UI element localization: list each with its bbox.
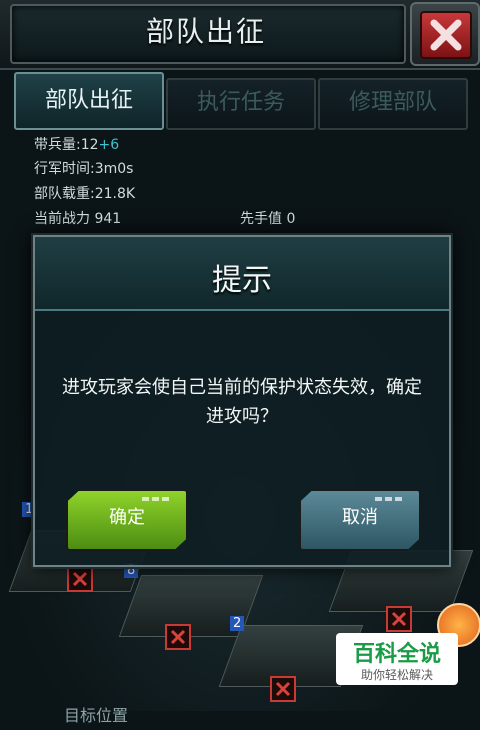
march-time: 行军时间:3m0s (34, 161, 134, 177)
page-title: 部队出征 (145, 15, 266, 48)
initiative-value: 先手值 0 (240, 211, 296, 227)
tab-dispatch[interactable]: 部队出征 (14, 72, 164, 130)
dialog-header: 提示 (35, 237, 449, 311)
dialog-title: 提示 (212, 263, 272, 298)
tab-repair-troops[interactable]: 修理部队 (318, 78, 468, 130)
remove-unit-icon[interactable] (67, 566, 93, 592)
close-button[interactable] (410, 2, 480, 66)
button-decoration (375, 497, 403, 501)
troop-capacity-value: 带兵量:12 (34, 137, 99, 153)
button-decoration (142, 497, 170, 501)
confirm-button-label: 确定 (109, 507, 145, 528)
troop-capacity-bonus: +6 (98, 137, 120, 153)
tab-execute-mission[interactable]: 执行任务 (166, 78, 316, 130)
troop-load: 部队载重:21.8K (34, 186, 136, 202)
confirm-dialog: 提示 进攻玩家会使自己当前的保护状态失效，确定进攻吗？ 确定 取消 (33, 235, 451, 567)
troop-capacity: 带兵量:12+6 (34, 134, 119, 154)
remove-unit-icon[interactable] (386, 606, 412, 632)
cancel-button-label: 取消 (342, 507, 378, 528)
watermark-sub: 助你轻松解决 (360, 668, 433, 682)
cancel-button[interactable]: 取消 (299, 489, 421, 551)
watermark-main: 百科全说 (352, 642, 441, 667)
tab-bar: 部队出征 执行任务 修理部队 (14, 72, 468, 130)
remove-unit-icon[interactable] (270, 676, 296, 702)
remove-unit-icon[interactable] (165, 624, 191, 650)
unit-count-badge: 2 (230, 616, 245, 631)
close-icon (420, 11, 472, 59)
watermark-logo: 百科全说 助你轻松解决 (336, 633, 458, 685)
confirm-button[interactable]: 确定 (66, 489, 188, 551)
current-power: 当前战力 941 (34, 211, 122, 227)
dialog-message: 进攻玩家会使自己当前的保护状态失效，确定进攻吗？ (62, 377, 422, 427)
target-position-label: 目标位置 (64, 706, 129, 725)
title-bar: 部队出征 (0, 0, 480, 70)
